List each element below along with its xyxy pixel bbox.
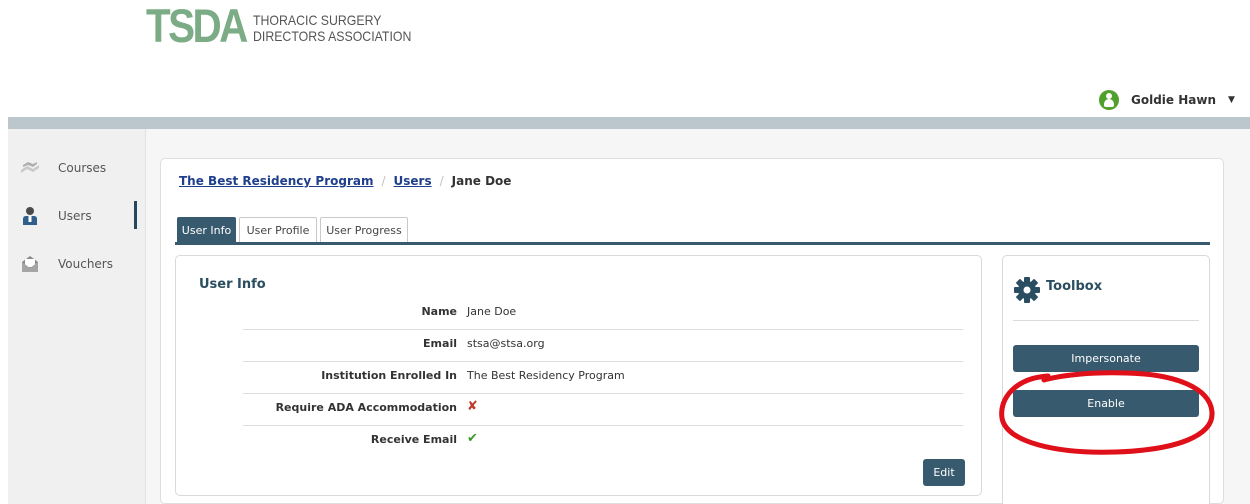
tab-underline [175,242,1210,245]
logo-text-line-2: DIRECTORS ASSOCIATION [253,28,412,44]
x-mark-icon: ✘ [467,399,478,414]
toolbox-divider [1013,320,1199,321]
breadcrumb-program-link[interactable]: The Best Residency Program [179,174,373,188]
info-row-receive-email: Receive Email ✔ [243,426,963,458]
info-row-name: Name Jane Doe [243,298,963,330]
toolbox-title: Toolbox [1046,279,1103,294]
sidebar-item-users[interactable]: Users [8,201,146,231]
top-band [8,117,1250,129]
red-annotation-circle [999,370,1215,455]
check-mark-icon: ✔ [467,431,478,446]
user-name: Goldie Hawn [1131,93,1216,107]
breadcrumb: The Best Residency Program / Users / Jan… [179,172,511,190]
tab-user-progress[interactable]: User Progress [320,217,408,243]
sidebar-active-indicator [134,201,137,229]
breadcrumb-users-link[interactable]: Users [394,174,432,188]
gear-icon [1013,276,1041,304]
logo-subtitle: THORACIC SURGERY DIRECTORS ASSOCIATION [253,12,429,44]
info-row-institution: Institution Enrolled In The Best Residen… [243,362,963,394]
sidebar-item-label: Vouchers [58,257,113,271]
info-label: Require ADA Accommodation [275,401,457,414]
user-icon [20,206,40,226]
sidebar-item-label: Courses [58,161,107,175]
tsda-logo: TSDA [146,0,248,52]
chevron-down-icon[interactable]: ▼ [1228,95,1235,105]
sidebar [8,129,146,504]
edit-button[interactable]: Edit [923,459,965,486]
info-label: Receive Email [370,433,457,446]
breadcrumb-separator: / [381,174,386,188]
sidebar-item-label: Users [58,209,92,223]
tab-user-info[interactable]: User Info [177,217,236,243]
breadcrumb-separator: / [439,174,444,188]
breadcrumb-current: Jane Doe [451,174,512,188]
info-label: Email [423,337,457,350]
info-value: Jane Doe [467,305,517,318]
courses-icon [20,158,40,178]
avatar [1099,90,1119,110]
info-row-ada: Require ADA Accommodation ✘ [243,394,963,426]
voucher-envelope-icon [20,254,40,274]
user-menu[interactable]: Goldie Hawn ▼ [1099,89,1235,111]
info-label: Name [421,305,457,318]
user-info-title: User Info [199,277,266,292]
logo-text-line-1: THORACIC SURGERY [253,12,382,28]
info-label: Institution Enrolled In [321,369,457,382]
sidebar-item-vouchers[interactable]: Vouchers [8,249,146,279]
sidebar-item-courses[interactable]: Courses [8,153,146,183]
info-row-email: Email stsa@stsa.org [243,330,963,362]
info-value: The Best Residency Program [467,369,625,382]
tab-user-profile[interactable]: User Profile [239,217,317,243]
info-value: stsa@stsa.org [467,337,545,350]
